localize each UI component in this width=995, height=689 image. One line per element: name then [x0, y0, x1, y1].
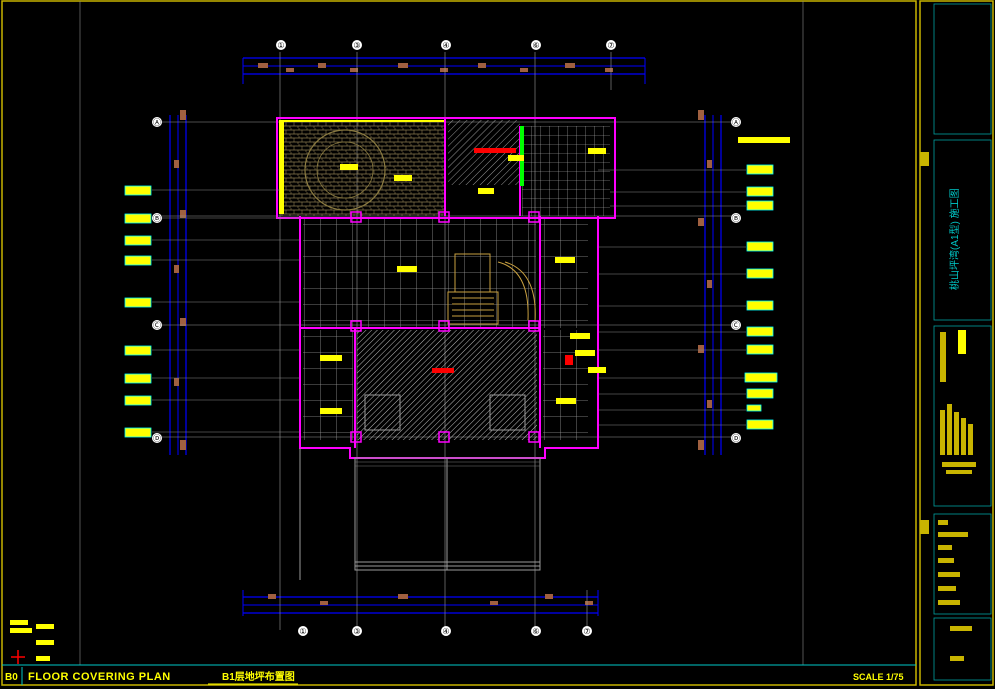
title-bar: B0 FLOOR COVERING PLAN B1层地坪布置图 SCALE 1/…: [5, 667, 904, 685]
red-label-lower: [432, 368, 454, 373]
room-upper-right-grid: [522, 126, 610, 216]
red-label-right: [565, 355, 573, 365]
grid-bubbles-left: Ⓐ Ⓑ Ⓒ Ⓓ: [152, 117, 162, 443]
title-block: 桃山坪湾(A1型) 施工图: [919, 0, 994, 686]
cad-drawing-canvas: 桃山坪湾(A1型) 施工图 ① ③ ④ ⑥ ⑦ ① ③ ④ ⑥ ⑦ Ⓐ Ⓑ Ⓒ …: [1, 0, 994, 686]
right-callout-tags: [598, 164, 778, 430]
title-block-info: [938, 520, 972, 661]
top-dimension-lines: [242, 57, 646, 84]
red-label-upper: [474, 148, 516, 153]
grid-bubbles-top: ① ③ ④ ⑥ ⑦: [276, 40, 616, 50]
svg-text:④: ④: [442, 41, 449, 50]
vertical-project-title: 桃山坪湾(A1型) 施工图: [948, 188, 961, 290]
svg-text:⑥: ⑥: [532, 41, 539, 50]
svg-text:Ⓒ: Ⓒ: [732, 321, 740, 330]
plan-title: FLOOR COVERING PLAN: [28, 671, 171, 683]
right-small-room: [543, 330, 588, 440]
svg-text:Ⓑ: Ⓑ: [153, 214, 161, 223]
hall-tile-grid: [303, 218, 536, 328]
left-dimension-lines: [169, 110, 187, 455]
grid-bubbles-bottom: ① ③ ④ ⑥ ⑦: [298, 626, 592, 636]
svg-text:Ⓑ: Ⓑ: [732, 214, 740, 223]
svg-text:①: ①: [299, 627, 306, 636]
svg-text:③: ③: [353, 41, 360, 50]
left-small-room: [303, 330, 353, 440]
left-callout-tags: [124, 185, 300, 438]
legend: [10, 620, 54, 664]
sheet-number: B0: [5, 672, 18, 683]
svg-text:⑦: ⑦: [607, 41, 614, 50]
svg-text:⑥: ⑥: [532, 627, 539, 636]
scale-label: SCALE 1/75: [853, 672, 904, 682]
upper-left-yellow-frame: [279, 120, 284, 214]
svg-text:Ⓐ: Ⓐ: [732, 118, 740, 127]
bottom-dimension-lines: [242, 590, 599, 616]
svg-text:Ⓓ: Ⓓ: [153, 434, 161, 443]
svg-text:①: ①: [277, 41, 284, 50]
north-arrow-icon: [11, 650, 25, 664]
svg-text:⑦: ⑦: [583, 627, 590, 636]
plan-subtitle: B1层地坪布置图: [222, 670, 295, 683]
svg-text:Ⓓ: Ⓓ: [732, 434, 740, 443]
svg-text:③: ③: [353, 627, 360, 636]
room-lower-hatch: [357, 330, 537, 440]
svg-text:Ⓒ: Ⓒ: [153, 321, 161, 330]
side-corridor-grid: [540, 218, 588, 328]
right-dimension-lines: [698, 110, 722, 455]
svg-text:④: ④: [442, 627, 449, 636]
company-logo: [940, 330, 976, 474]
svg-text:Ⓐ: Ⓐ: [153, 118, 161, 127]
